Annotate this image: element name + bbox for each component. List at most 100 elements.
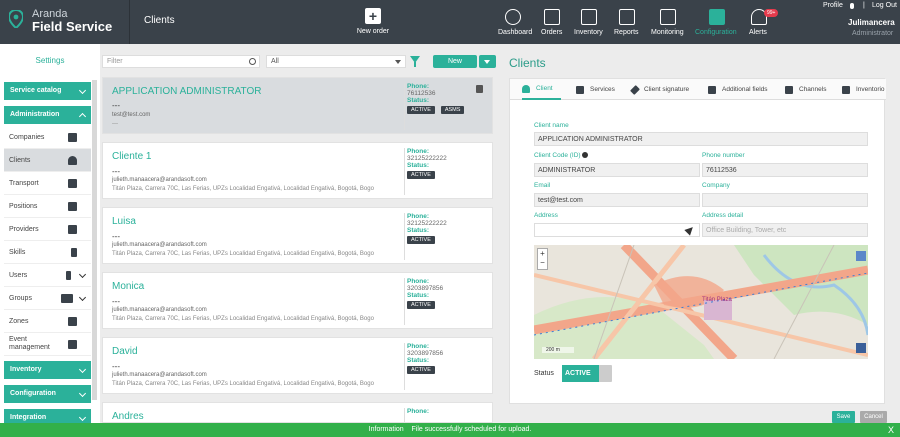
client-card[interactable]: Andres Phone:	[102, 402, 493, 423]
chevron-up-icon	[78, 112, 87, 121]
tab-label: Channels	[799, 86, 827, 93]
new-order-button[interactable]: + New order	[356, 8, 390, 35]
chevron-down-icon	[78, 389, 87, 398]
sidebar-item-companies[interactable]: Companies	[4, 126, 91, 149]
sidebar-item-providers[interactable]: Providers	[4, 218, 91, 241]
filter-icon-stem	[414, 62, 416, 67]
sidebar-item-label: Companies	[9, 133, 45, 141]
address-field[interactable]	[534, 223, 700, 237]
nav-monitoring[interactable]: Monitoring	[651, 0, 685, 44]
chevron-down-icon	[78, 293, 87, 302]
company-label: Company	[702, 182, 730, 189]
client-subtitle: ---	[112, 232, 120, 241]
client-info: Phone: 3203897856 Status: ACTIVE	[404, 343, 443, 390]
chevron-down-icon	[78, 270, 87, 279]
sidebar-item-skills[interactable]: Skills	[4, 241, 91, 264]
sidebar-item-label: Groups	[9, 294, 32, 302]
user-name[interactable]: Julimancera	[848, 18, 895, 27]
sidebar-item-zones[interactable]: Zones	[4, 310, 91, 333]
zoom-out-button[interactable]: −	[538, 258, 547, 267]
tab-inventorio[interactable]: Inventorio	[842, 79, 885, 100]
detail-tabs: Client Services Client signature Additio…	[510, 79, 886, 100]
client-address: Titán Plaza, Carrera 70C, Las Ferias, UP…	[112, 316, 374, 322]
client-card[interactable]: Monica --- julieth.manaacera@arandasoft.…	[102, 272, 493, 329]
new-order-label: New order	[356, 28, 390, 35]
search-icon[interactable]	[249, 58, 256, 65]
save-button[interactable]: Save	[832, 411, 855, 423]
nav-dashboard[interactable]: Dashboard	[498, 0, 532, 44]
sidebar-item-groups[interactable]: Groups	[4, 287, 91, 310]
status-label: Status:	[407, 97, 430, 104]
nav-alerts[interactable]: Alerts	[749, 0, 769, 44]
event-icon	[68, 340, 77, 349]
nav-configuration[interactable]: Configuration	[695, 0, 739, 44]
tab-label: Additional fields	[722, 86, 768, 93]
sidebar-item-event-management[interactable]: Event management	[4, 333, 91, 356]
company-field[interactable]	[702, 193, 868, 207]
close-icon[interactable]: X	[888, 423, 894, 437]
brand-logo[interactable]: Aranda Field Service	[0, 0, 130, 44]
toast-message: File successfully scheduled for upload.	[411, 426, 532, 433]
sidebar-group-administration[interactable]: Administration	[4, 106, 91, 124]
status-label: Status:	[407, 227, 430, 234]
sidebar-item-users[interactable]: Users	[4, 264, 91, 287]
client-code-field[interactable]: ADMINISTRATOR	[534, 163, 700, 177]
phone-label: Phone:	[407, 148, 430, 155]
add-box-icon	[708, 85, 716, 94]
tab-client[interactable]: Client	[522, 79, 561, 100]
client-email: julieth.manaacera@arandasoft.com	[112, 307, 207, 313]
tab-additional-fields[interactable]: Additional fields	[708, 79, 768, 100]
client-card[interactable]: David --- julieth.manaacera@arandasoft.c…	[102, 337, 493, 394]
sidebar-scrollbar[interactable]	[92, 80, 97, 400]
sidebar-group-service-catalog[interactable]: Service catalog	[4, 82, 91, 100]
location-map[interactable]: + − Titán Plaza 200 m	[534, 245, 868, 359]
asms-badge: ASMS	[440, 106, 465, 114]
map-zoom-control[interactable]: + −	[537, 248, 548, 270]
info-icon[interactable]	[582, 152, 588, 158]
address-detail-field[interactable]: Office Building, Tower, etc	[702, 223, 868, 237]
map-scale: 200 m	[542, 347, 574, 353]
tab-label: Services	[590, 86, 615, 93]
client-name: David	[112, 346, 138, 357]
client-card[interactable]: APPLICATION ADMINISTRATOR --- test@test.…	[102, 77, 493, 134]
status-label: Status:	[407, 292, 430, 299]
zoom-in-button[interactable]: +	[538, 249, 547, 258]
new-dropdown-button[interactable]	[479, 55, 496, 68]
cancel-button[interactable]: Cancel	[860, 411, 887, 423]
client-email: julieth.manaacera@arandasoft.com	[112, 372, 207, 378]
nav-reports[interactable]: Reports	[614, 0, 640, 44]
sidebar-item-label: Users	[9, 271, 28, 279]
status-toggle[interactable]: ACTIVE	[562, 365, 612, 382]
logout-link[interactable]: Log Out	[872, 2, 897, 9]
phone-label: Phone:	[407, 213, 430, 220]
sidebar-item-clients[interactable]: Clients	[4, 149, 91, 172]
client-card[interactable]: Luisa --- julieth.manaacera@arandasoft.c…	[102, 207, 493, 264]
trash-icon[interactable]	[476, 85, 483, 93]
plus-icon: +	[365, 8, 381, 24]
client-card[interactable]: Cliente 1 --- julieth.manaacera@arandaso…	[102, 142, 493, 199]
email-field[interactable]: test@test.com	[534, 193, 700, 207]
sidebar-item-positions[interactable]: Positions	[4, 195, 91, 218]
client-name-field[interactable]: APPLICATION ADMINISTRATOR	[534, 132, 868, 146]
tab-services[interactable]: Services	[576, 79, 615, 100]
client-address: Titán Plaza, Carrera 70C, Las Ferias, UP…	[112, 251, 374, 257]
tab-client-signature[interactable]: Client signature	[630, 79, 689, 100]
sidebar-item-transport[interactable]: Transport	[4, 172, 91, 195]
nav-orders[interactable]: Orders	[541, 0, 563, 44]
profile-link[interactable]: Profile	[823, 2, 843, 9]
type-select[interactable]: All	[266, 55, 406, 68]
sidebar-group-configuration[interactable]: Configuration	[4, 385, 91, 403]
status-badge: ACTIVE	[407, 236, 435, 244]
user-icon	[66, 271, 71, 280]
client-address: ---	[112, 121, 118, 127]
tab-channels[interactable]: Channels	[785, 79, 826, 100]
sidebar-item-label: Skills	[9, 248, 26, 256]
phone-number-field[interactable]: 76112536	[702, 163, 868, 177]
new-client-button[interactable]: New	[433, 55, 477, 68]
group-label: Administration	[10, 111, 60, 118]
sidebar-group-inventory[interactable]: Inventory	[4, 361, 91, 379]
nav-inventory[interactable]: Inventory	[574, 0, 604, 44]
filter-input[interactable]: Filter	[102, 55, 260, 68]
map-poi-label: Titán Plaza	[702, 297, 732, 303]
client-subtitle: ---	[112, 297, 120, 306]
